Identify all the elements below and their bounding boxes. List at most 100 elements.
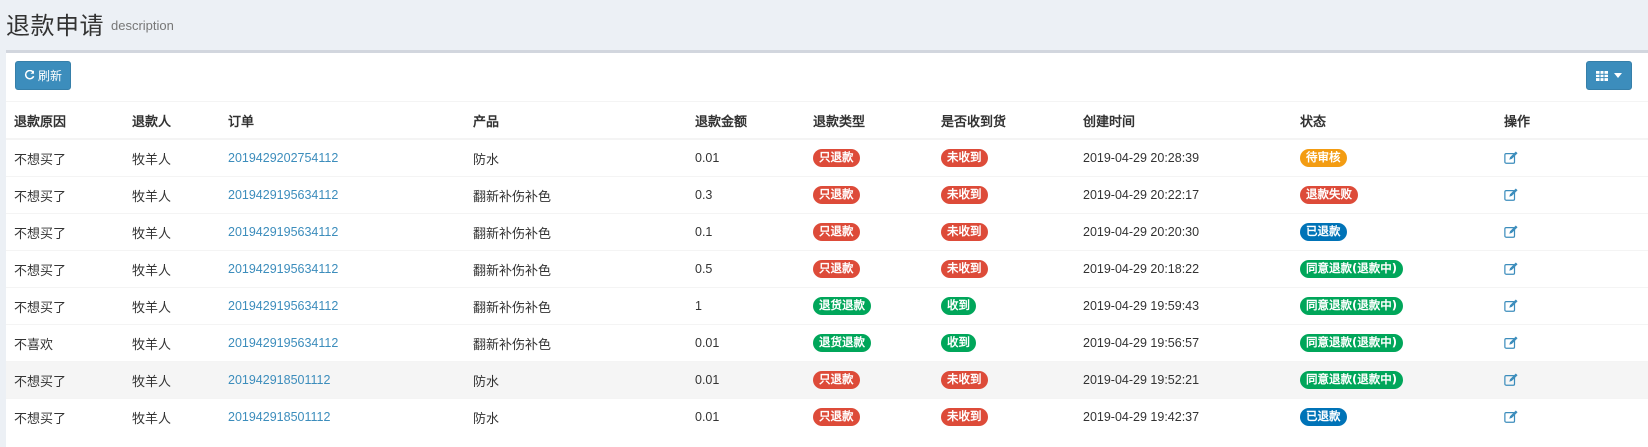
received-cell: 未收到 xyxy=(933,213,1075,251)
refund-type-badge: 只退款 xyxy=(813,371,860,389)
received-badge: 未收到 xyxy=(941,186,988,204)
product-name: 翻新补伤补色 xyxy=(465,324,687,362)
refund-reason: 不想买了 xyxy=(6,176,124,214)
order-link[interactable]: 2019429202754112 xyxy=(228,151,338,165)
col-user-header[interactable]: 退款人 xyxy=(124,101,220,140)
edit-icon[interactable] xyxy=(1504,225,1518,239)
actions-cell xyxy=(1496,250,1648,288)
refresh-button-label: 刷新 xyxy=(37,69,62,83)
refund-amount: 0.3 xyxy=(687,176,805,214)
order-cell: 2019429195634112 xyxy=(220,213,465,251)
received-badge: 未收到 xyxy=(941,260,988,278)
refund-user: 牧羊人 xyxy=(124,138,220,177)
table-row: 不想买了 牧羊人 2019429202754112 防水 0.01 只退款 未收到 2019-… xyxy=(6,138,1648,177)
page-title: 退款申请 xyxy=(6,12,104,40)
col-product-header[interactable]: 产品 xyxy=(465,101,687,140)
refund-amount: 0.5 xyxy=(687,250,805,288)
status-badge: 已退款 xyxy=(1300,223,1347,241)
edit-icon[interactable] xyxy=(1504,373,1518,387)
status-cell: 退款失败 xyxy=(1292,176,1496,214)
refund-type-cell: 只退款 xyxy=(805,176,933,214)
col-order-header[interactable]: 订单 xyxy=(220,101,465,140)
product-name: 翻新补伤补色 xyxy=(465,176,687,214)
edit-icon[interactable] xyxy=(1504,299,1518,313)
order-link[interactable]: 2019429195634112 xyxy=(228,336,338,350)
table-row: 不想买了 牧羊人 2019429195634112 翻新补伤补色 1 退货退款 收到 2019… xyxy=(6,287,1648,325)
product-name: 防水 xyxy=(465,138,687,177)
order-link[interactable]: 201942918501112 xyxy=(228,373,330,387)
col-type-header[interactable]: 退款类型 xyxy=(805,101,933,140)
refund-type-cell: 只退款 xyxy=(805,361,933,399)
edit-icon[interactable] xyxy=(1504,188,1518,202)
refund-table: 退款原因 退款人 订单 产品 退款金额 退款类型 是否收到货 创建时间 状态 操作 不想买了 牧羊人… xyxy=(6,101,1648,435)
order-cell: 2019429195634112 xyxy=(220,287,465,325)
order-link[interactable]: 2019429195634112 xyxy=(228,299,338,313)
received-cell: 未收到 xyxy=(933,250,1075,288)
refund-type-cell: 只退款 xyxy=(805,138,933,177)
refresh-button[interactable]: 刷新 xyxy=(15,61,71,90)
received-cell: 收到 xyxy=(933,287,1075,325)
refund-reason: 不想买了 xyxy=(6,138,124,177)
order-cell: 2019429202754112 xyxy=(220,138,465,177)
refund-type-cell: 只退款 xyxy=(805,250,933,288)
table-toolbar: 刷新 xyxy=(6,53,1648,101)
refund-type-badge: 退货退款 xyxy=(813,297,871,315)
order-cell: 2019429195634112 xyxy=(220,176,465,214)
edit-icon[interactable] xyxy=(1504,151,1518,165)
refund-amount: 1 xyxy=(687,287,805,325)
refund-type-badge: 退货退款 xyxy=(813,334,871,352)
columns-toggle-button[interactable] xyxy=(1586,61,1632,90)
status-cell: 同意退款(退款中) xyxy=(1292,287,1496,325)
edit-icon[interactable] xyxy=(1504,410,1518,424)
table-row: 不想买了 牧羊人 201942918501112 防水 0.01 只退款 未收到 2019-0… xyxy=(6,398,1648,435)
refund-amount: 0.01 xyxy=(687,138,805,177)
col-status-header[interactable]: 状态 xyxy=(1292,101,1496,140)
table-row: 不想买了 牧羊人 2019429195634112 翻新补伤补色 0.5 只退款 未收到 20… xyxy=(6,250,1648,288)
received-badge: 未收到 xyxy=(941,408,988,426)
product-name: 翻新补伤补色 xyxy=(465,250,687,288)
col-reason-header[interactable]: 退款原因 xyxy=(6,101,124,140)
table-body: 不想买了 牧羊人 2019429202754112 防水 0.01 只退款 未收到 2019-… xyxy=(6,138,1648,435)
product-name: 翻新补伤补色 xyxy=(465,287,687,325)
col-amount-header[interactable]: 退款金额 xyxy=(687,101,805,140)
received-cell: 未收到 xyxy=(933,398,1075,435)
refund-reason: 不想买了 xyxy=(6,250,124,288)
edit-icon[interactable] xyxy=(1504,336,1518,350)
product-name: 翻新补伤补色 xyxy=(465,213,687,251)
order-link[interactable]: 2019429195634112 xyxy=(228,262,338,276)
refund-amount: 0.01 xyxy=(687,398,805,435)
order-link[interactable]: 201942918501112 xyxy=(228,410,330,424)
actions-cell xyxy=(1496,398,1648,435)
col-actions-header[interactable]: 操作 xyxy=(1496,101,1648,140)
received-badge: 未收到 xyxy=(941,371,988,389)
actions-cell xyxy=(1496,213,1648,251)
order-link[interactable]: 2019429195634112 xyxy=(228,188,338,202)
refund-amount: 0.01 xyxy=(687,361,805,399)
product-name: 防水 xyxy=(465,398,687,435)
actions-cell xyxy=(1496,287,1648,325)
col-created-header[interactable]: 创建时间 xyxy=(1075,101,1292,140)
grid-icon xyxy=(1596,70,1608,81)
refund-user: 牧羊人 xyxy=(124,213,220,251)
status-cell: 同意退款(退款中) xyxy=(1292,361,1496,399)
created-time: 2019-04-29 19:56:57 xyxy=(1075,324,1292,362)
refund-type-cell: 退货退款 xyxy=(805,287,933,325)
refund-list-panel: 刷新 退款原因 退款人 订单 产品 退款金额 退款类型 是否收到货 创建时间 状态 操作 不想买了… xyxy=(6,50,1648,447)
actions-cell xyxy=(1496,176,1648,214)
received-badge: 收到 xyxy=(941,297,976,315)
refund-reason: 不喜欢 xyxy=(6,324,124,362)
order-cell: 201942918501112 xyxy=(220,398,465,435)
edit-icon[interactable] xyxy=(1504,262,1518,276)
order-cell: 201942918501112 xyxy=(220,361,465,399)
status-badge: 同意退款(退款中) xyxy=(1300,297,1404,315)
order-cell: 2019429195634112 xyxy=(220,324,465,362)
refund-type-cell: 只退款 xyxy=(805,213,933,251)
refund-user: 牧羊人 xyxy=(124,287,220,325)
col-received-header[interactable]: 是否收到货 xyxy=(933,101,1075,140)
order-link[interactable]: 2019429195634112 xyxy=(228,225,338,239)
status-badge: 已退款 xyxy=(1300,408,1347,426)
product-name: 防水 xyxy=(465,361,687,399)
table-row: 不喜欢 牧羊人 2019429195634112 翻新补伤补色 0.01 退货退款 收到 20… xyxy=(6,324,1648,362)
status-cell: 已退款 xyxy=(1292,213,1496,251)
created-time: 2019-04-29 20:22:17 xyxy=(1075,176,1292,214)
